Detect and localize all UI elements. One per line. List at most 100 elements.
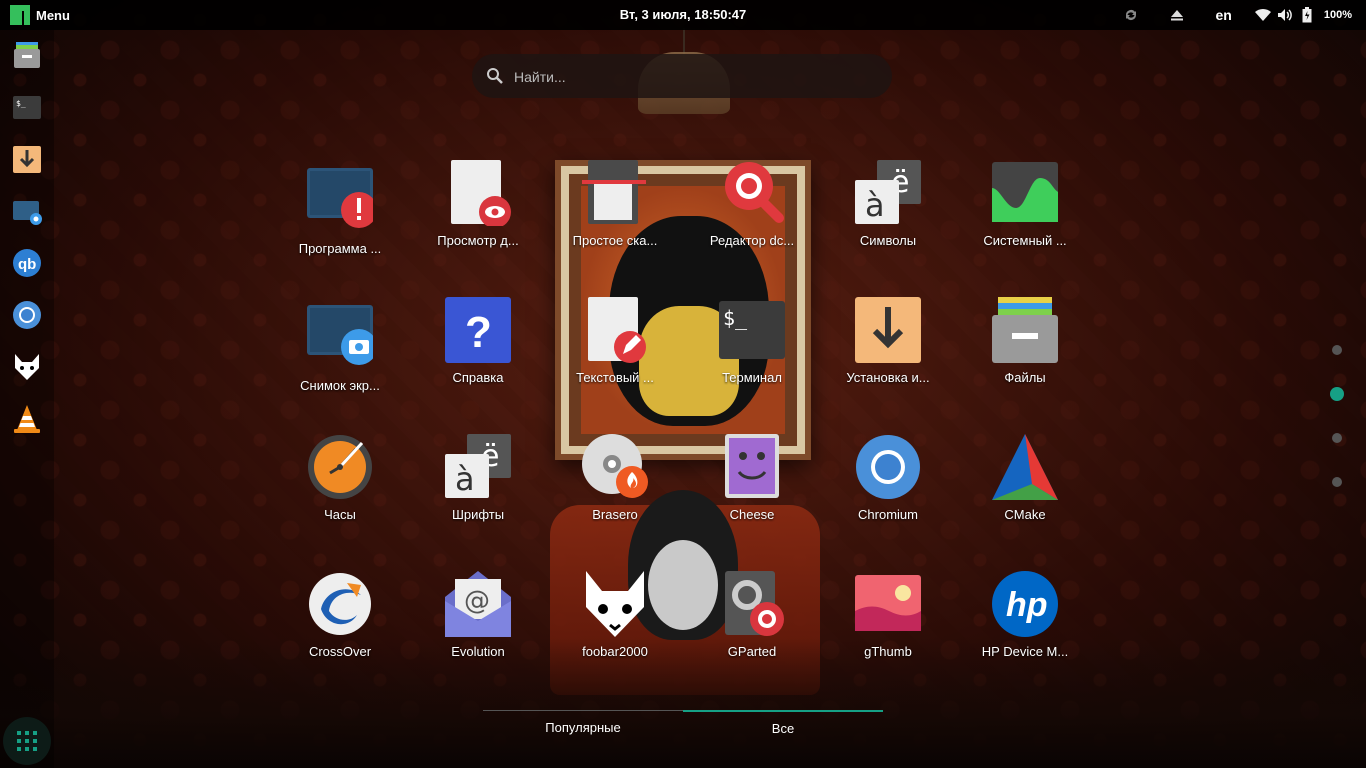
app-tile[interactable]: Просмотр д...: [413, 160, 543, 280]
svg-text:hp: hp: [1006, 586, 1048, 624]
svg-text:qb: qb: [18, 256, 36, 273]
app-label: Установка и...: [846, 370, 930, 385]
app-tile[interactable]: $_ Терминал: [687, 297, 817, 417]
crossover-icon: [309, 573, 371, 635]
tab-all[interactable]: Все: [683, 710, 883, 742]
battery-percent: 100%: [1323, 9, 1352, 21]
app-tile[interactable]: CrossOver: [275, 571, 405, 691]
app-label: Текстовый ...: [576, 370, 654, 385]
app-tile[interactable]: Текстовый ...: [550, 297, 680, 417]
hp-icon: hp: [992, 571, 1058, 637]
app-label: Chromium: [858, 507, 918, 522]
dock-item-qbittorrent[interactable]: qb: [12, 248, 42, 278]
dock-item-files[interactable]: [12, 40, 42, 70]
app-tile[interactable]: ë à Символы: [823, 160, 953, 280]
chromium-icon: [856, 435, 920, 499]
fox-icon: [15, 354, 39, 380]
keyboard-layout-indicator[interactable]: en: [1216, 7, 1232, 23]
search-box: [472, 54, 892, 98]
app-label: foobar2000: [582, 644, 648, 659]
app-label: Шрифты: [451, 507, 505, 522]
characters-icon: ë à: [855, 160, 921, 224]
disc-burner-icon: [582, 434, 648, 498]
system-tray: en 100%: [1120, 5, 1352, 25]
app-label: CrossOver: [308, 644, 372, 659]
volume-icon[interactable]: [1274, 5, 1296, 25]
page-indicator-1[interactable]: [1332, 345, 1342, 355]
tab-frequent[interactable]: Популярные: [483, 711, 683, 741]
app-tile[interactable]: ? Справка: [413, 297, 543, 417]
app-tile[interactable]: Файлы: [960, 297, 1090, 417]
wifi-icon[interactable]: [1252, 5, 1274, 25]
app-tile[interactable]: Часы: [275, 434, 405, 554]
files-icon: [992, 297, 1058, 363]
traffic-cone-icon: [14, 405, 40, 433]
app-label: Терминал: [722, 370, 782, 385]
app-label: HP Device M...: [981, 644, 1069, 659]
fox-icon: [586, 571, 644, 637]
dock-item-chromium[interactable]: [12, 300, 42, 330]
app-grid-icon: [17, 731, 37, 751]
app-label: Простое ска...: [572, 233, 658, 248]
dconf-search-icon: [725, 162, 784, 223]
app-tile[interactable]: CMake: [960, 434, 1090, 554]
dock-item-vlc[interactable]: [12, 404, 42, 434]
install-icon: [855, 297, 921, 363]
app-view-tabs: Популярные Все: [483, 710, 883, 741]
app-tile[interactable]: Системный ...: [960, 160, 1090, 280]
dock-item-screenshot[interactable]: [12, 196, 42, 226]
cheese-icon: [725, 434, 779, 498]
app-tile[interactable]: ë à Шрифты: [413, 434, 543, 554]
mail-icon: @: [445, 571, 511, 637]
svg-text:à: à: [455, 460, 475, 498]
eject-icon[interactable]: [1166, 5, 1188, 25]
app-tile[interactable]: gThumb: [823, 571, 953, 691]
svg-text:à: à: [865, 186, 885, 224]
show-apps-button[interactable]: [3, 717, 51, 765]
monitor-error-icon: [307, 168, 373, 228]
app-label: Справка: [452, 370, 504, 385]
app-tile[interactable]: Brasero: [550, 434, 680, 554]
page-indicator-4[interactable]: [1332, 477, 1342, 487]
page-indicator-2[interactable]: [1330, 387, 1344, 401]
screenshot-icon: [307, 305, 373, 365]
svg-text:@: @: [464, 586, 490, 616]
app-tile[interactable]: hp HP Device M...: [960, 571, 1090, 691]
image-viewer-icon: [855, 575, 921, 631]
app-label: Редактор dc...: [709, 233, 795, 248]
app-tile[interactable]: GParted: [687, 571, 817, 691]
app-label: Символы: [859, 233, 917, 248]
app-tile[interactable]: Простое ска...: [550, 160, 680, 280]
sync-icon[interactable]: [1120, 5, 1142, 25]
svg-text:$_: $_: [16, 99, 26, 108]
app-label: gThumb: [864, 644, 912, 659]
search-icon: [487, 68, 503, 84]
qb-icon: qb: [13, 249, 41, 277]
app-label: Снимок экр...: [300, 378, 380, 393]
app-tile[interactable]: @ Evolution: [413, 571, 543, 691]
dock: $_ qb: [0, 30, 54, 768]
app-tile[interactable]: Программа ...: [275, 168, 405, 288]
app-tile[interactable]: Cheese: [687, 434, 817, 554]
dock-item-installer[interactable]: [12, 144, 42, 174]
battery-icon[interactable]: [1296, 5, 1318, 25]
document-viewer-icon: [451, 160, 511, 226]
camera-screen-icon: [13, 201, 42, 225]
dock-item-foobar2000[interactable]: [12, 352, 42, 382]
app-tile[interactable]: Снимок экр...: [275, 305, 405, 425]
terminal-icon: $_: [719, 301, 785, 359]
dock-item-terminal[interactable]: $_: [12, 92, 42, 122]
app-tile[interactable]: Установка и...: [823, 297, 953, 417]
app-label: Файлы: [1004, 370, 1046, 385]
app-tile[interactable]: Chromium: [823, 434, 953, 554]
top-panel: Menu Вт, 3 июля, 18:50:47 en 100%: [0, 0, 1366, 30]
app-tile[interactable]: foobar2000: [550, 571, 680, 691]
app-label: Evolution: [451, 644, 505, 659]
page-indicator-3[interactable]: [1332, 433, 1342, 443]
app-tile[interactable]: Редактор dc...: [687, 160, 817, 280]
app-label: Часы: [324, 507, 356, 522]
app-label: GParted: [727, 644, 777, 659]
search-input[interactable]: [512, 64, 876, 90]
chromium-icon: [13, 301, 41, 329]
app-label: Brasero: [592, 507, 638, 522]
